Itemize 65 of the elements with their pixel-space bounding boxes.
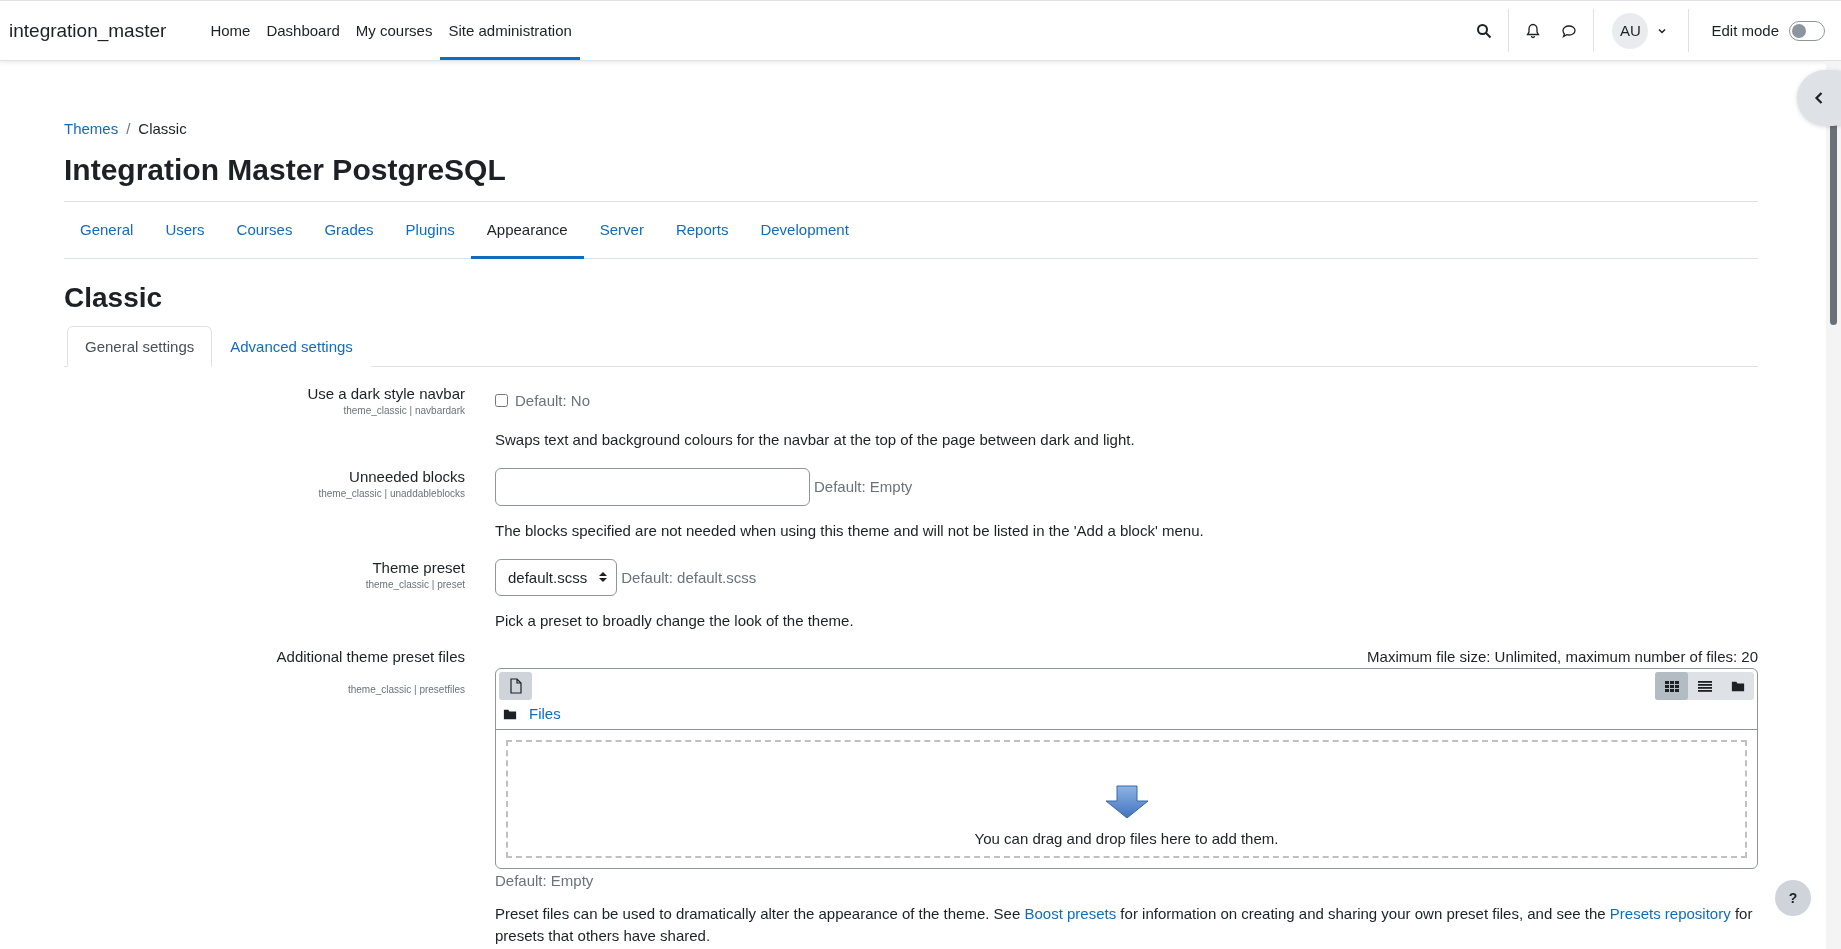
- notifications-button[interactable]: [1525, 22, 1542, 39]
- search-icon: [1476, 22, 1493, 39]
- admin-tab[interactable]: Reports: [659, 202, 745, 259]
- admin-tab[interactable]: Appearance: [470, 202, 584, 259]
- checkbox[interactable]: [495, 393, 508, 407]
- nav-link[interactable]: Dashboard: [258, 1, 348, 60]
- site-name: integration_master: [9, 19, 167, 42]
- nav-link[interactable]: My courses: [347, 1, 441, 60]
- setting-description: Pick a preset to broadly change the look of the theme.: [495, 610, 855, 631]
- file-icon: [507, 678, 524, 695]
- section-title: Classic: [64, 282, 164, 314]
- admin-tab[interactable]: General: [64, 202, 150, 259]
- add-file-button[interactable]: [499, 672, 532, 701]
- user-avatar: AU: [1612, 12, 1649, 49]
- setting-id: theme_classic | unaddableblocks: [318, 487, 465, 499]
- setting-id: theme_classic | preset: [365, 578, 465, 590]
- settings-tab[interactable]: General settings: [67, 326, 213, 367]
- input-field[interactable]: [495, 467, 810, 506]
- description-link[interactable]: Presets repository: [1609, 905, 1731, 923]
- default-value: Default: No: [515, 391, 591, 409]
- setting-id: theme_classic | navbardark: [343, 405, 465, 416]
- default-value: Default: default.scss: [621, 568, 757, 586]
- setting-label: Unneeded blocks: [349, 467, 465, 485]
- breadcrumb-link[interactable]: Themes: [64, 120, 119, 137]
- edit-mode-switch[interactable]: [1789, 20, 1825, 41]
- page-title: Integration Master PostgreSQL: [64, 153, 507, 187]
- setting-id: theme_classic | presetfiles: [347, 684, 465, 696]
- help-button[interactable]: ?: [1775, 880, 1811, 916]
- setting-description: Swaps text and background colours for the navbar at the top of the page between dark and light.: [495, 430, 1136, 450]
- setting-label: Theme preset: [372, 558, 465, 576]
- nav-link[interactable]: Site administration: [440, 1, 580, 60]
- folder-icon: [1730, 679, 1745, 694]
- setting-label: Use a dark style navbar: [307, 385, 465, 402]
- admin-tab[interactable]: Courses: [220, 202, 309, 259]
- search-button[interactable]: [1476, 22, 1493, 39]
- up-down-arrows-icon: [599, 571, 608, 583]
- scrollbar[interactable]: [1826, 61, 1841, 949]
- admin-tab[interactable]: Development: [744, 202, 865, 259]
- admin-tab[interactable]: Users: [149, 202, 221, 259]
- edit-mode-label: Edit mode: [1711, 22, 1779, 39]
- breadcrumb-current: Classic: [138, 120, 187, 137]
- user-menu[interactable]: AU: [1612, 12, 1669, 49]
- admin-tab[interactable]: Server: [583, 202, 660, 259]
- messages-button[interactable]: [1561, 22, 1578, 39]
- file-limits: Maximum file size: Unlimited, maximum number of files: 20: [1367, 648, 1758, 666]
- setting-label: Additional theme preset files: [276, 648, 465, 666]
- grid-icon: [1663, 678, 1680, 695]
- default-value: Default: Empty: [814, 478, 913, 496]
- breadcrumb-separator: /: [126, 120, 131, 137]
- admin-tab[interactable]: Plugins: [389, 202, 471, 259]
- drop-zone[interactable]: You can drag and drop files here to add them.: [506, 740, 1747, 859]
- view-button[interactable]: [1655, 672, 1688, 701]
- setting-description: Preset files can be used to dramatically alter the appearance of the theme. See Boost presets for information on creating and sharing your own preset files, and see the Presets repository for presets that others have shared.: [495, 904, 1754, 946]
- bell-icon: [1525, 22, 1542, 39]
- admin-tab[interactable]: Grades: [308, 202, 390, 259]
- speech-bubble-icon: [1561, 22, 1578, 39]
- down-arrow-icon: [1104, 785, 1149, 820]
- default-value: Default: Empty: [495, 872, 595, 890]
- list-icon: [1696, 678, 1713, 695]
- drop-instructions: You can drag and drop files here to add them.: [974, 830, 1279, 848]
- setting-description: The blocks specified are not needed when using this theme and will not be listed in the 'Add a block' menu.: [495, 520, 1205, 541]
- path-link[interactable]: Files: [529, 705, 561, 723]
- description-link[interactable]: Boost presets: [1024, 905, 1117, 923]
- select-dropdown[interactable]: default.scss: [495, 558, 618, 596]
- nav-link[interactable]: Home: [202, 1, 259, 60]
